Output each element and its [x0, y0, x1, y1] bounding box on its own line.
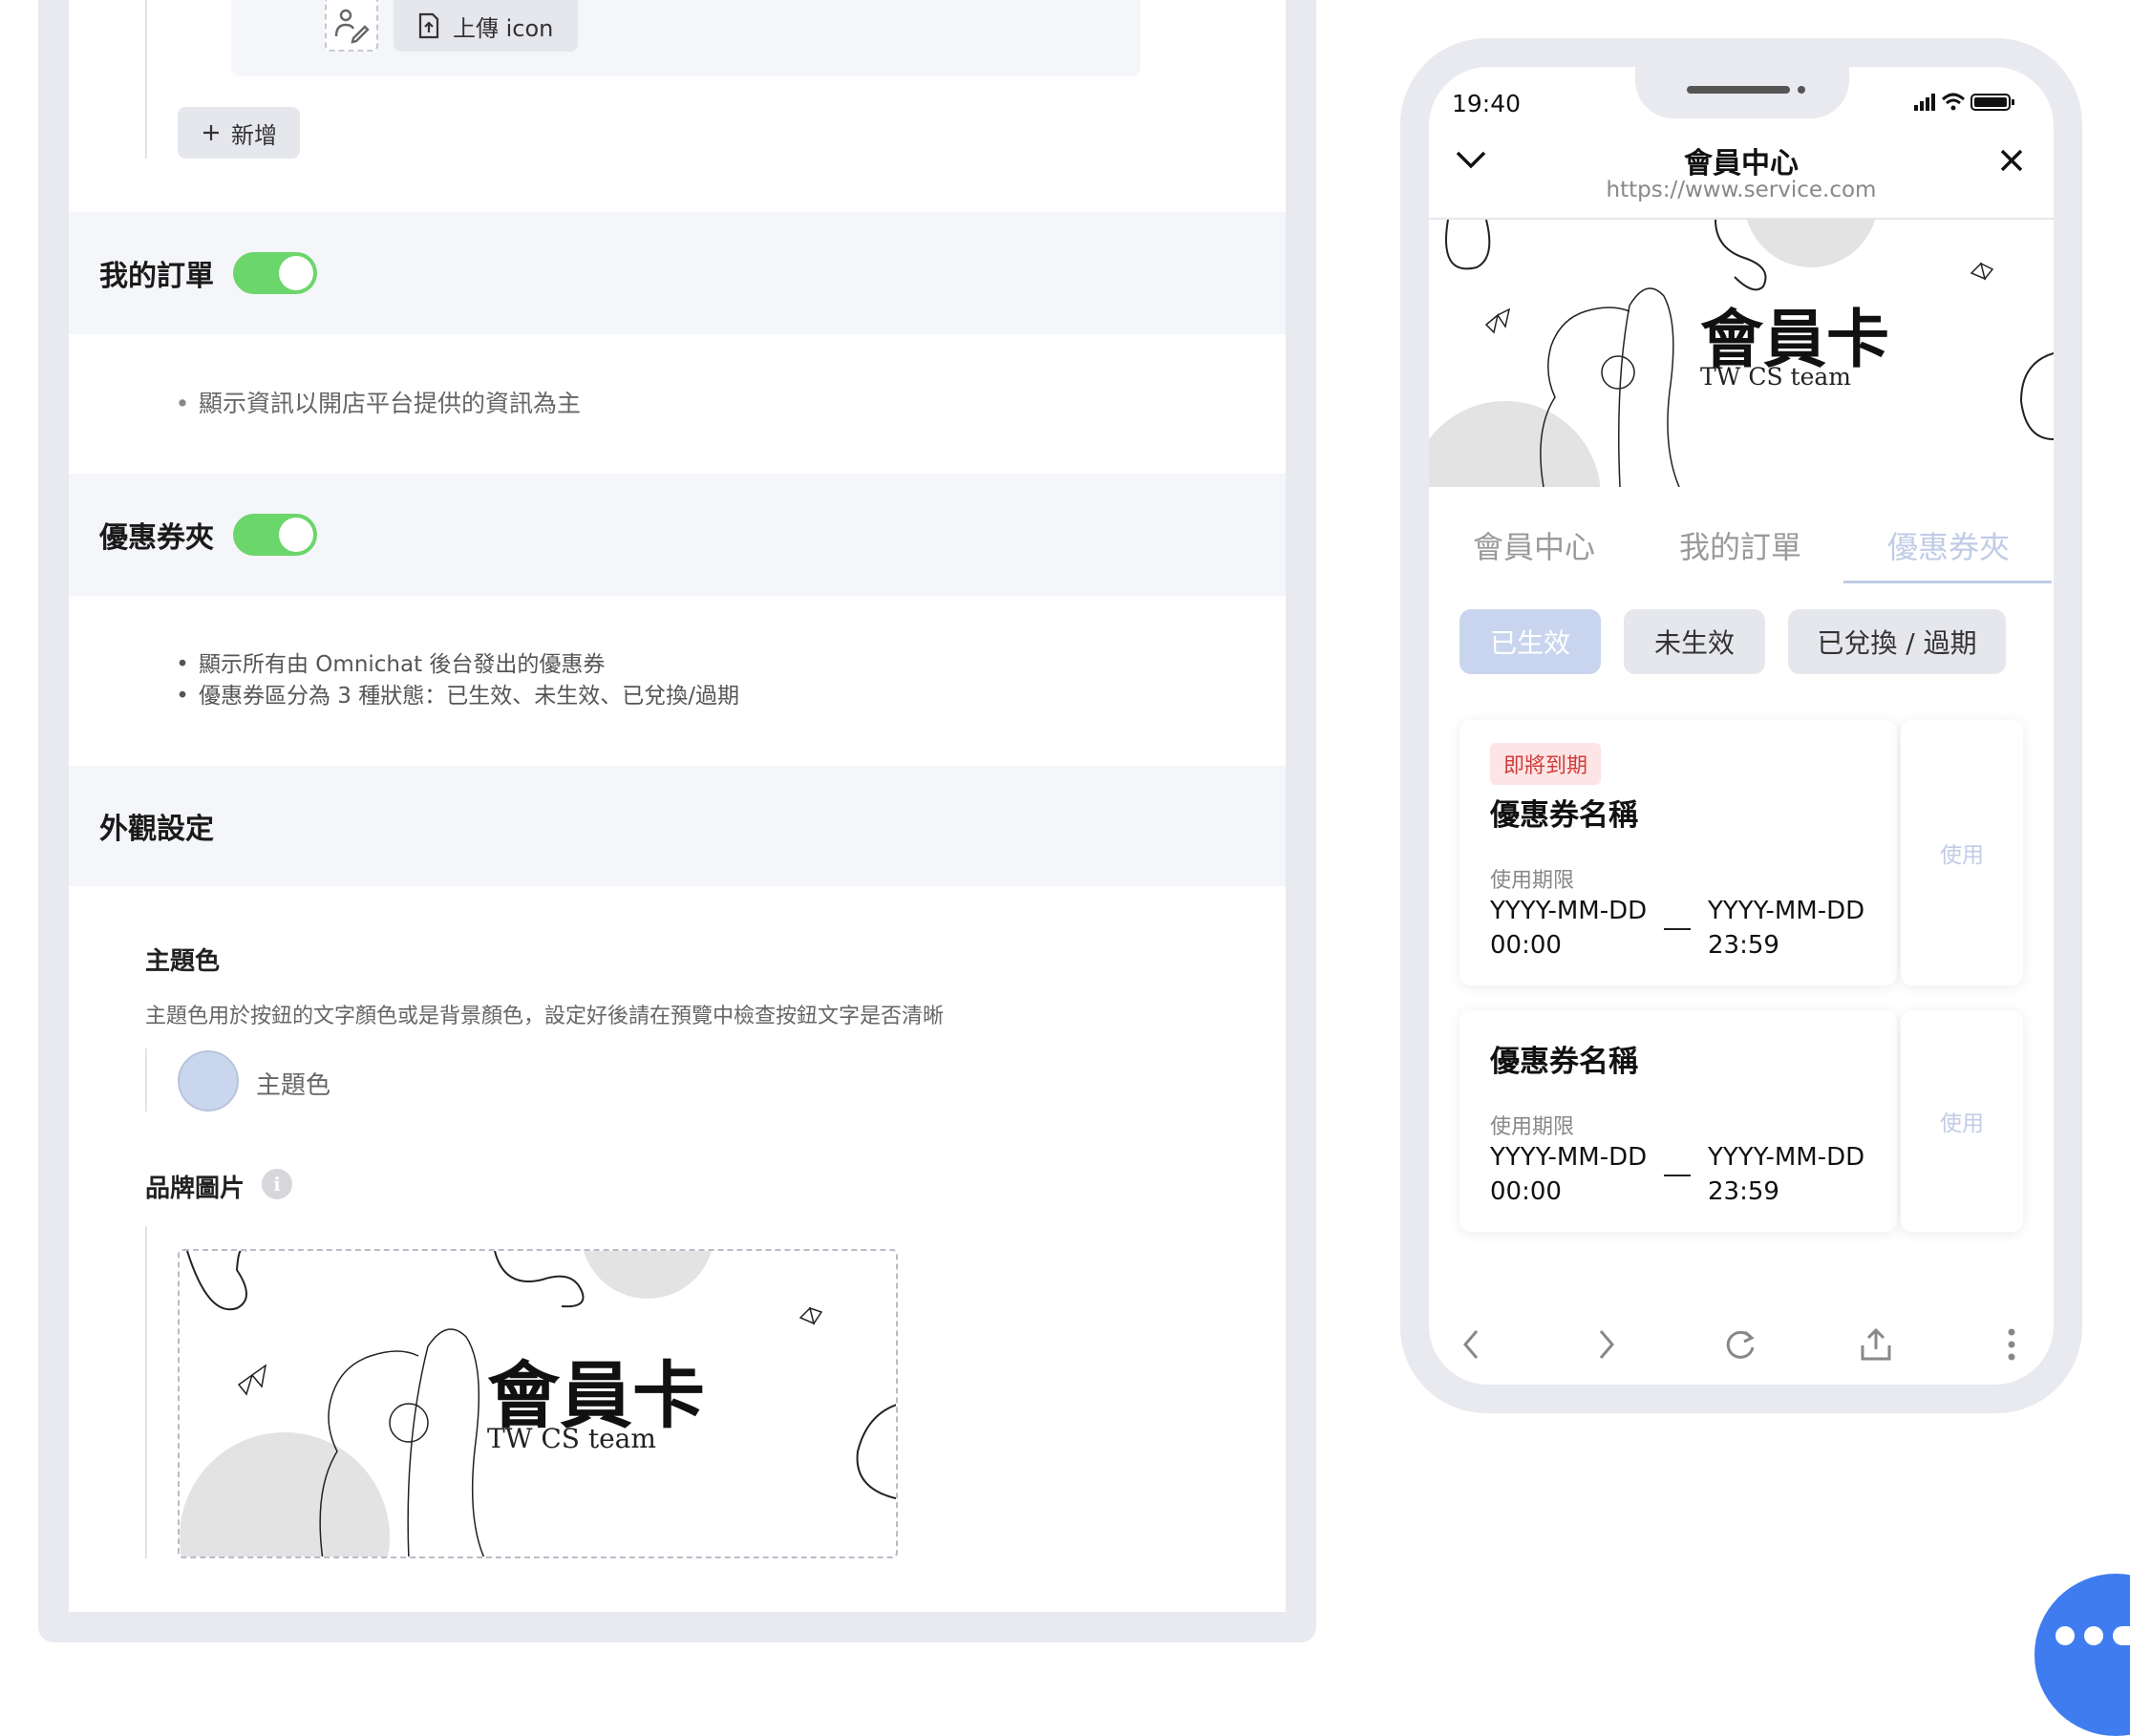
coupon-wallet-note-text: 顯示所有由 Omnichat 後台發出的優惠券 — [199, 652, 606, 677]
coupon-name: 優惠券名稱 — [1490, 1045, 1638, 1079]
theme-color-desc: 主題色用於按鈕的文字顏色或是背景顏色，設定好後請在預覽中檢查按鈕文字是否清晰 — [145, 1005, 945, 1028]
chat-dot — [2055, 1626, 2075, 1645]
forward-icon[interactable] — [1586, 1323, 1628, 1366]
brand-image-upload[interactable]: 會員卡 TW CS team — [178, 1249, 898, 1558]
section-my-orders: 我的訂單 — [69, 212, 1286, 334]
phone-speaker — [1687, 86, 1790, 94]
chat-fab[interactable] — [2034, 1574, 2130, 1736]
section-appearance: 外觀設定 — [69, 766, 1286, 886]
filter-inactive[interactable]: 未生效 — [1624, 609, 1765, 674]
add-button-label: 新增 — [231, 121, 277, 149]
phone-camera — [1798, 86, 1805, 94]
end-datetime: YYYY-MM-DD 23:59 — [1708, 1140, 1864, 1209]
more-icon[interactable] — [1991, 1323, 2033, 1366]
filter-redeemed-expired[interactable]: 已兌換 / 過期 — [1788, 609, 2006, 674]
use-coupon-button[interactable]: 使用 — [1901, 720, 2023, 985]
file-upload-icon — [418, 12, 439, 39]
appearance-title: 外觀設定 — [99, 813, 214, 846]
theme-color-name: 主題色 — [256, 1071, 331, 1100]
start-datetime: YYYY-MM-DD 00:00 — [1490, 1140, 1647, 1209]
coupon-card[interactable]: 優惠券名稱 使用期限 YYYY-MM-DD 00:00 YYYY-MM-DD 2… — [1459, 1010, 1897, 1232]
end-datetime: YYYY-MM-DD 23:59 — [1708, 894, 1864, 963]
plus-icon — [203, 125, 219, 140]
brand-image-label: 品牌圖片 — [145, 1175, 245, 1203]
bullet: • — [175, 390, 190, 417]
icon-placeholder[interactable] — [325, 0, 378, 52]
tab-member-center[interactable]: 會員中心 — [1438, 523, 1629, 567]
start-datetime: YYYY-MM-DD 00:00 — [1490, 894, 1647, 963]
coupon-wallet-toggle[interactable] — [233, 514, 317, 556]
my-orders-note-text: 顯示資訊以開店平台提供的資訊為主 — [199, 390, 582, 417]
member-card-banner: 會員卡 TW CS team — [1429, 220, 2054, 487]
date-separator — [1664, 928, 1691, 930]
status-time: 19:40 — [1452, 90, 1522, 117]
coupon-wallet-note: • 優惠券區分為 3 種狀態：已生效、未生效、已兌換/過期 — [176, 684, 740, 709]
end-time: 23:59 — [1708, 1177, 1779, 1206]
coupon-wallet-note-text: 優惠券區分為 3 種狀態：已生效、未生效、已兌換/過期 — [199, 684, 740, 709]
back-icon[interactable] — [1450, 1323, 1492, 1366]
validity-label: 使用期限 — [1490, 869, 1575, 893]
coupon-wallet-title: 優惠券夾 — [99, 521, 214, 555]
section-coupon-wallet: 優惠券夾 — [69, 474, 1286, 596]
theme-color-swatch[interactable] — [178, 1050, 239, 1111]
settings-panel: 上傳 icon 新增 我的訂單 • 顯示資訊以開店平台提供的資訊為主 優惠券夾 •… — [69, 0, 1286, 1612]
coupon-wallet-notes: • 顯示所有由 Omnichat 後台發出的優惠券 • 優惠券區分為 3 種狀態：已… — [166, 649, 739, 712]
my-orders-note: • 顯示資訊以開店平台提供的資訊為主 — [166, 388, 581, 420]
start-date: YYYY-MM-DD — [1490, 897, 1648, 925]
coupon-name: 優惠券名稱 — [1490, 798, 1638, 833]
signal-icon — [1914, 94, 1935, 111]
share-icon[interactable] — [1855, 1323, 1897, 1366]
tree-line — [145, 1226, 147, 1558]
user-edit-icon — [334, 9, 370, 44]
end-date: YYYY-MM-DD — [1708, 1143, 1865, 1172]
coupon-wallet-note: • 顯示所有由 Omnichat 後台發出的優惠券 — [176, 652, 606, 677]
tab-active-indicator — [1843, 581, 2052, 583]
add-button[interactable]: 新增 — [178, 107, 300, 159]
theme-color-label: 主題色 — [145, 947, 221, 976]
use-coupon-button[interactable]: 使用 — [1901, 1010, 2023, 1232]
chat-dot — [2113, 1626, 2130, 1645]
refresh-icon[interactable] — [1719, 1323, 1761, 1366]
header-title: 會員中心 — [1684, 147, 1799, 180]
battery-icon — [1970, 94, 2014, 111]
end-time: 23:59 — [1708, 931, 1779, 960]
expiring-badge: 即將到期 — [1490, 743, 1602, 785]
end-date: YYYY-MM-DD — [1708, 897, 1865, 925]
chat-dot — [2084, 1626, 2103, 1645]
start-date: YYYY-MM-DD — [1490, 1143, 1648, 1172]
start-time: 00:00 — [1490, 931, 1562, 960]
close-icon[interactable] — [1998, 147, 2025, 174]
info-icon[interactable]: i — [262, 1169, 292, 1199]
upload-icon-label: 上傳 icon — [453, 14, 554, 42]
tree-line — [145, 0, 147, 159]
status-icons — [1914, 93, 2014, 111]
filter-active[interactable]: 已生效 — [1459, 609, 1601, 674]
upload-icon-button[interactable]: 上傳 icon — [394, 0, 579, 52]
header-url: https://www.service.com — [1606, 178, 1877, 202]
start-time: 00:00 — [1490, 1177, 1562, 1206]
tree-line — [145, 1048, 147, 1111]
my-orders-title: 我的訂單 — [99, 260, 214, 293]
date-separator — [1664, 1175, 1691, 1176]
tab-my-orders[interactable]: 我的訂單 — [1645, 523, 1836, 567]
brand-card-subtitle: TW CS team — [487, 1423, 656, 1454]
coupon-card[interactable]: 即將到期 優惠券名稱 使用期限 YYYY-MM-DD 00:00 YYYY-MM… — [1459, 720, 1897, 985]
validity-label: 使用期限 — [1490, 1115, 1575, 1139]
tab-coupon-wallet[interactable]: 優惠券夾 — [1853, 523, 2044, 567]
wifi-icon — [1941, 93, 1966, 111]
banner-subtitle: TW CS team — [1700, 363, 1851, 391]
my-orders-toggle[interactable] — [233, 252, 317, 294]
